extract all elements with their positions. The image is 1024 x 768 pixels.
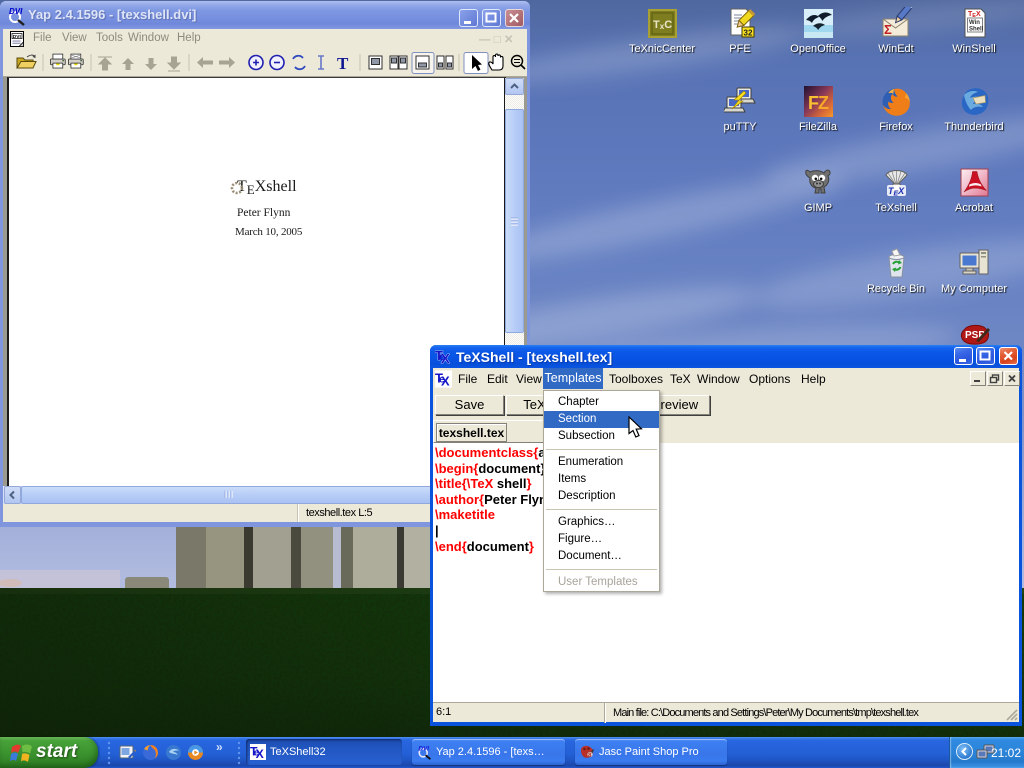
svg-text:DVI: DVI	[13, 34, 22, 40]
svg-text:Shell: Shell	[969, 27, 984, 33]
svg-text:e: e	[439, 352, 445, 363]
svg-text:T: T	[337, 54, 349, 73]
svg-text:DVI: DVI	[418, 745, 429, 752]
svg-text:Σ: Σ	[884, 22, 892, 37]
svg-text:Win: Win	[969, 20, 980, 26]
svg-text:e: e	[254, 746, 259, 757]
svg-text:8: 8	[588, 752, 592, 759]
svg-text:DVI: DVI	[9, 7, 23, 16]
svg-text:32: 32	[743, 29, 752, 38]
svg-text:e: e	[439, 375, 445, 386]
svg-text:Z: Z	[818, 93, 829, 113]
